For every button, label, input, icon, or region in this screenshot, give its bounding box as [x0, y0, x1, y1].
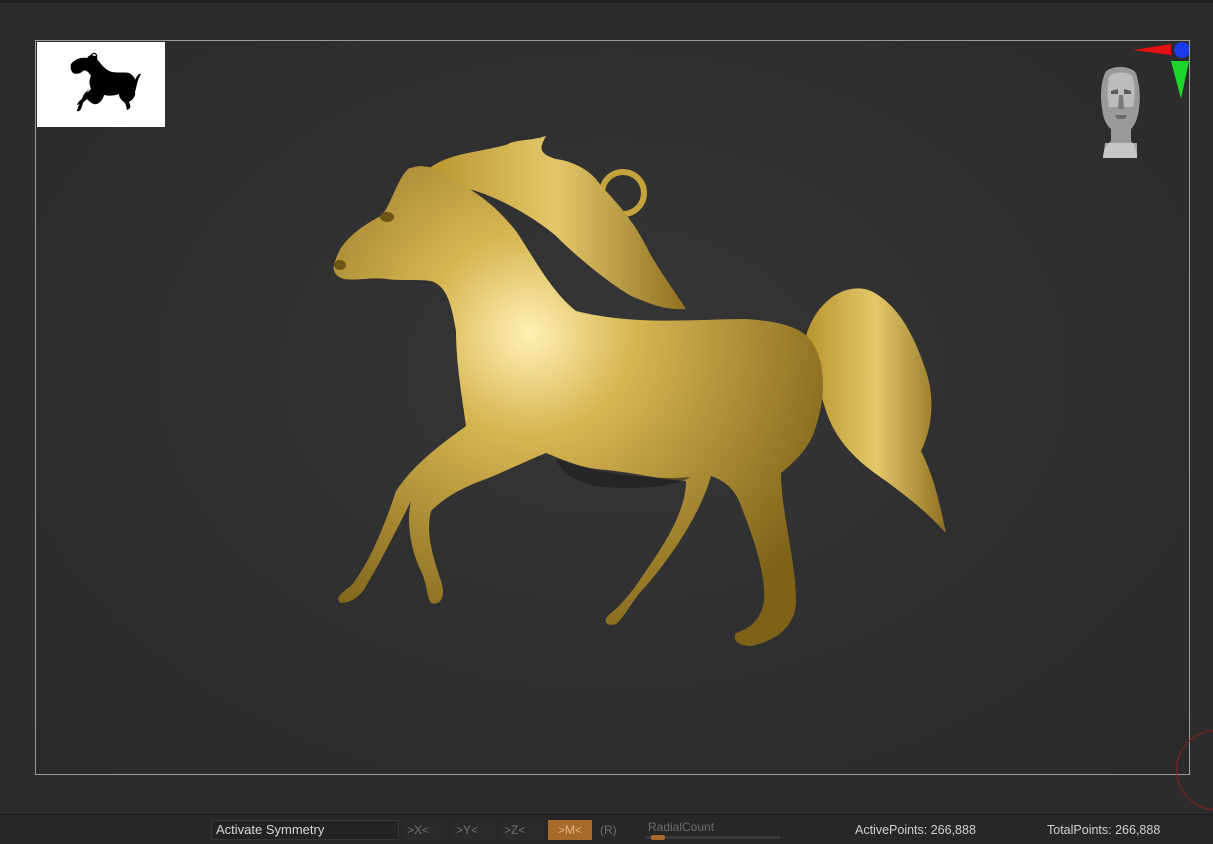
radial-count-label: RadialCount	[648, 820, 715, 834]
activate-symmetry-button[interactable]: Activate Symmetry	[211, 820, 399, 840]
top-strip	[0, 0, 1213, 3]
radial-count-track	[645, 836, 780, 839]
gold-horse-pendant-model[interactable]	[36, 41, 1189, 774]
zbrush-app: Activate Symmetry >X< >Y< >Z< >M< (R) Ra…	[0, 0, 1213, 844]
document-viewport[interactable]	[35, 40, 1190, 775]
radial-symmetry-button[interactable]: (R)	[596, 820, 626, 840]
axis-gizmo-icon[interactable]	[1131, 41, 1189, 101]
symmetry-y-button[interactable]: >Y<	[452, 820, 496, 840]
symmetry-toolbar: Activate Symmetry >X< >Y< >Z< >M< (R) Ra…	[0, 814, 1213, 844]
radial-count-slider[interactable]: RadialCount	[645, 820, 780, 842]
symmetry-x-button[interactable]: >X<	[403, 820, 447, 840]
total-points-readout: TotalPoints: 266,888	[1047, 823, 1161, 837]
radial-count-handle[interactable]	[651, 835, 665, 840]
symmetry-z-button[interactable]: >Z<	[500, 820, 544, 840]
horse-body	[333, 136, 946, 646]
symmetry-m-button[interactable]: >M<	[548, 820, 592, 840]
active-points-readout: ActivePoints: 266,888	[855, 823, 976, 837]
